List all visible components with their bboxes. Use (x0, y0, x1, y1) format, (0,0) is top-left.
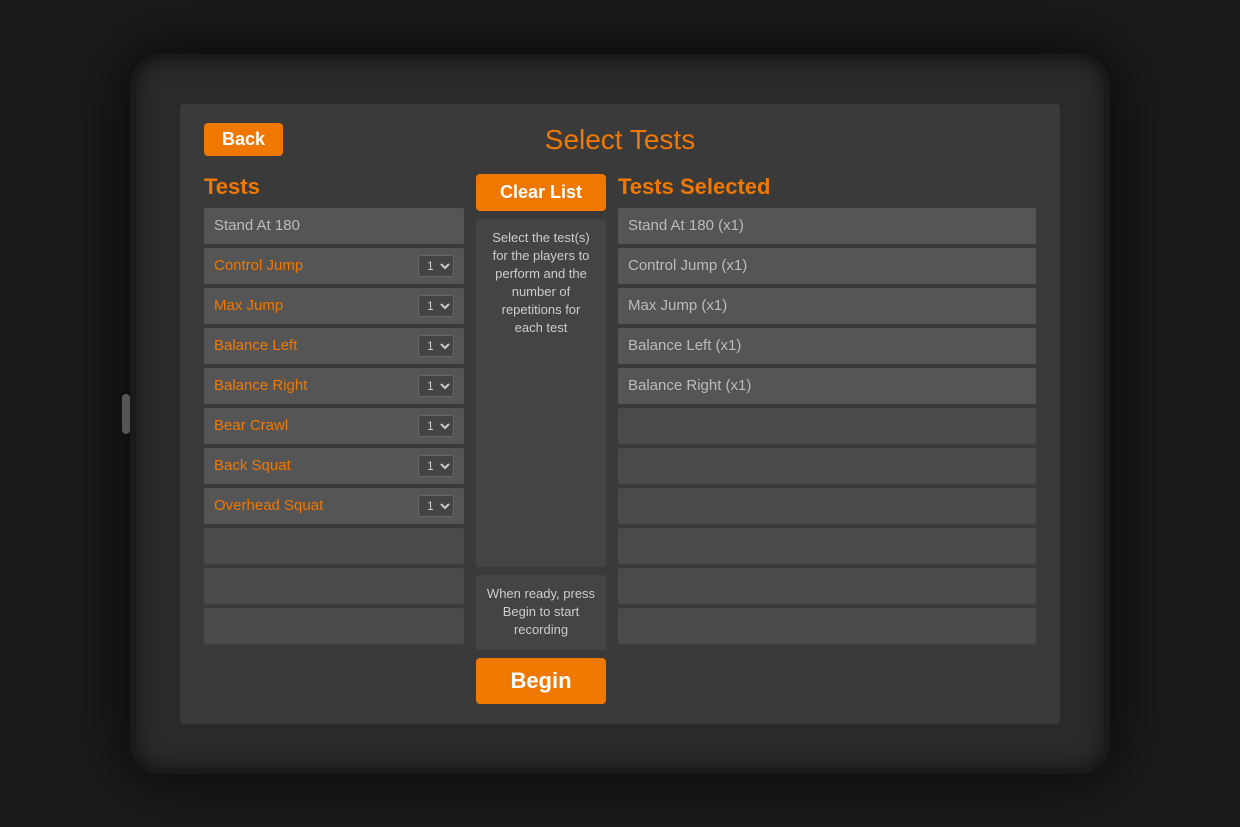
list-item (618, 608, 1036, 644)
test-item-label: Balance Right (214, 377, 307, 394)
list-item[interactable]: Control Jump 1 ∨23 (204, 248, 464, 284)
header: Back Select Tests (204, 124, 1036, 156)
list-item (618, 488, 1036, 524)
list-item (618, 408, 1036, 444)
counter-select[interactable]: 1 ∨23 (418, 455, 454, 477)
selected-item-label: Control Jump (x1) (628, 257, 747, 274)
list-item[interactable]: Stand At 180 (204, 208, 464, 244)
test-item-label: Bear Crawl (214, 417, 288, 434)
test-item-label: Max Jump (214, 297, 283, 314)
page-title: Select Tests (545, 124, 695, 156)
counter-select[interactable]: 1 ∨23 (418, 375, 454, 397)
test-item-label: Stand At 180 (214, 217, 300, 234)
test-item-label: Balance Left (214, 337, 297, 354)
main-content: Tests Stand At 180 Control Jump 1 ∨23 Ma… (204, 174, 1036, 704)
middle-column: Clear List Select the test(s) for the pl… (476, 174, 606, 704)
list-item[interactable]: Back Squat 1 ∨23 (204, 448, 464, 484)
list-item[interactable]: Balance Right 1 ∨23 (204, 368, 464, 404)
list-item[interactable]: Max Jump 1 ∨23 (204, 288, 464, 324)
list-item[interactable]: Overhead Squat 1 ∨23 (204, 488, 464, 524)
counter-select[interactable]: 1 ∨23 (418, 495, 454, 517)
counter-select[interactable]: 1 ∨23 (418, 295, 454, 317)
tests-column-title: Tests (204, 174, 464, 200)
begin-button[interactable]: Begin (476, 658, 606, 704)
list-item[interactable]: Balance Right (x1) (618, 368, 1036, 404)
selected-column-title: Tests Selected (618, 174, 1036, 200)
list-item[interactable]: Balance Left (x1) (618, 328, 1036, 364)
list-item (204, 608, 464, 644)
list-item (618, 448, 1036, 484)
list-item[interactable]: Stand At 180 (x1) (618, 208, 1036, 244)
list-item[interactable]: Balance Left 1 ∨23 (204, 328, 464, 364)
selected-item-label: Stand At 180 (x1) (628, 217, 744, 234)
counter-select[interactable]: 1 ∨23 (418, 255, 454, 277)
tablet-side-button (122, 394, 130, 434)
tablet-screen: Back Select Tests Tests Stand At 180 Con… (180, 104, 1060, 724)
counter-select[interactable]: 1 ∨23 (418, 415, 454, 437)
when-ready-text: When ready, press Begin to start recordi… (476, 575, 606, 650)
selected-item-label: Max Jump (x1) (628, 297, 727, 314)
test-item-label: Overhead Squat (214, 497, 323, 514)
selected-item-label: Balance Left (x1) (628, 337, 741, 354)
list-item (204, 568, 464, 604)
list-item (204, 528, 464, 564)
selected-item-label: Balance Right (x1) (628, 377, 751, 394)
instructions-text: Select the test(s) for the players to pe… (476, 219, 606, 567)
tablet-device: Back Select Tests Tests Stand At 180 Con… (130, 54, 1110, 774)
list-item (618, 568, 1036, 604)
selected-column: Tests Selected Stand At 180 (x1) Control… (618, 174, 1036, 704)
test-item-label: Control Jump (214, 257, 303, 274)
test-item-label: Back Squat (214, 457, 291, 474)
list-item[interactable]: Control Jump (x1) (618, 248, 1036, 284)
back-button[interactable]: Back (204, 123, 283, 156)
clear-list-button[interactable]: Clear List (476, 174, 606, 211)
list-item[interactable]: Bear Crawl 1 ∨23 (204, 408, 464, 444)
list-item[interactable]: Max Jump (x1) (618, 288, 1036, 324)
counter-select[interactable]: 1 ∨23 (418, 335, 454, 357)
tests-column: Tests Stand At 180 Control Jump 1 ∨23 Ma… (204, 174, 464, 704)
list-item (618, 528, 1036, 564)
